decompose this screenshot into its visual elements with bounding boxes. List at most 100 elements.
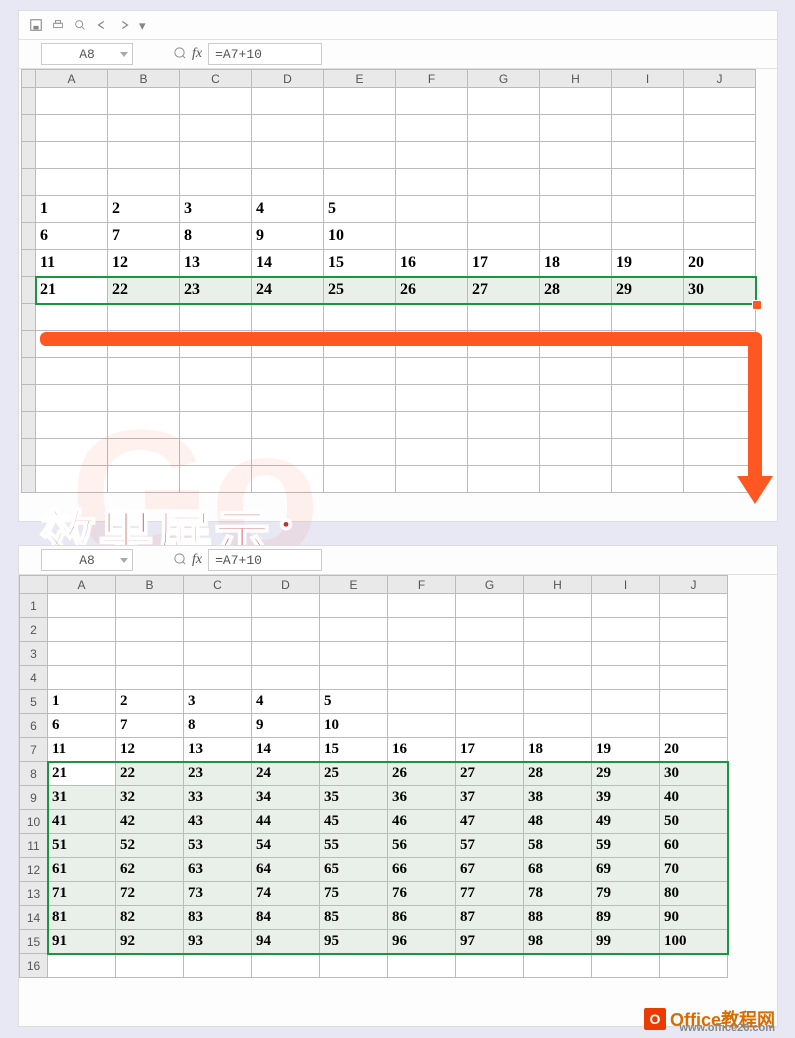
cell[interactable]	[180, 304, 252, 331]
cell[interactable]	[684, 115, 756, 142]
cell[interactable]: 40	[660, 786, 728, 810]
row-head[interactable]: 7	[20, 738, 48, 762]
cell[interactable]	[108, 466, 180, 493]
cell[interactable]: 93	[184, 930, 252, 954]
col-head[interactable]: I	[592, 576, 660, 594]
cell[interactable]: 84	[252, 906, 320, 930]
cell[interactable]: 89	[592, 906, 660, 930]
name-box-2[interactable]: A8	[41, 549, 133, 571]
cell[interactable]	[468, 385, 540, 412]
cell[interactable]	[36, 466, 108, 493]
cell[interactable]	[468, 466, 540, 493]
fx-label[interactable]: fx	[192, 46, 202, 62]
cell[interactable]	[612, 88, 684, 115]
cell[interactable]	[684, 439, 756, 466]
cell[interactable]: 37	[456, 786, 524, 810]
cell[interactable]: 17	[468, 250, 540, 277]
cell[interactable]: 81	[48, 906, 116, 930]
cell[interactable]	[456, 954, 524, 978]
cell[interactable]: 82	[116, 906, 184, 930]
col-head[interactable]: F	[396, 70, 468, 88]
cell[interactable]	[660, 642, 728, 666]
cell[interactable]	[540, 196, 612, 223]
cell[interactable]: 64	[252, 858, 320, 882]
cell[interactable]	[468, 196, 540, 223]
cell[interactable]	[388, 642, 456, 666]
cell[interactable]: 59	[592, 834, 660, 858]
cell[interactable]: 20	[684, 250, 756, 277]
cell[interactable]	[184, 642, 252, 666]
cell[interactable]: 24	[252, 762, 320, 786]
cell[interactable]	[592, 714, 660, 738]
cell[interactable]: 70	[660, 858, 728, 882]
cell[interactable]	[612, 385, 684, 412]
cell[interactable]	[116, 954, 184, 978]
cell[interactable]	[36, 439, 108, 466]
cell[interactable]	[252, 358, 324, 385]
cell[interactable]: 92	[116, 930, 184, 954]
cell[interactable]	[540, 412, 612, 439]
row-head[interactable]: 3	[20, 642, 48, 666]
row-head[interactable]: 12	[20, 858, 48, 882]
cell[interactable]: 88	[524, 906, 592, 930]
col-head[interactable]: E	[324, 70, 396, 88]
cell[interactable]: 19	[592, 738, 660, 762]
cell[interactable]	[324, 466, 396, 493]
cell[interactable]	[612, 223, 684, 250]
cancel-icon[interactable]	[173, 46, 186, 62]
cell[interactable]: 41	[48, 810, 116, 834]
cell[interactable]: 43	[184, 810, 252, 834]
cell[interactable]	[108, 142, 180, 169]
row-head[interactable]: 10	[20, 810, 48, 834]
formula-input-2[interactable]: =A7+10	[208, 549, 322, 571]
cell[interactable]	[388, 618, 456, 642]
row-head[interactable]: 11	[20, 834, 48, 858]
cell[interactable]	[180, 358, 252, 385]
cell[interactable]	[396, 169, 468, 196]
cell[interactable]	[660, 954, 728, 978]
cell[interactable]: 11	[48, 738, 116, 762]
cell[interactable]: 85	[320, 906, 388, 930]
cell[interactable]: 17	[456, 738, 524, 762]
cell[interactable]	[660, 690, 728, 714]
cell[interactable]: 27	[468, 277, 540, 304]
cell[interactable]: 75	[320, 882, 388, 906]
row-head[interactable]: 13	[20, 882, 48, 906]
save-icon[interactable]	[29, 18, 43, 32]
cell[interactable]	[612, 196, 684, 223]
cell[interactable]: 47	[456, 810, 524, 834]
cell[interactable]	[684, 412, 756, 439]
cell[interactable]: 30	[660, 762, 728, 786]
cell[interactable]	[184, 618, 252, 642]
row-head[interactable]: 5	[20, 690, 48, 714]
cell[interactable]	[612, 439, 684, 466]
cell[interactable]	[184, 594, 252, 618]
col-head[interactable]: J	[684, 70, 756, 88]
cell[interactable]: 21	[36, 277, 108, 304]
cell[interactable]	[324, 304, 396, 331]
row-head[interactable]: 16	[20, 954, 48, 978]
cell[interactable]: 25	[324, 277, 396, 304]
cell[interactable]	[324, 115, 396, 142]
cell[interactable]: 23	[184, 762, 252, 786]
cell[interactable]: 9	[252, 223, 324, 250]
cell[interactable]: 39	[592, 786, 660, 810]
col-head[interactable]: J	[660, 576, 728, 594]
cell[interactable]	[524, 618, 592, 642]
cell[interactable]	[184, 666, 252, 690]
cell[interactable]	[252, 385, 324, 412]
redo-icon[interactable]	[117, 18, 131, 32]
cell[interactable]	[324, 142, 396, 169]
cell[interactable]: 15	[324, 250, 396, 277]
col-head[interactable]: G	[468, 70, 540, 88]
cell[interactable]	[592, 642, 660, 666]
cell[interactable]: 21	[48, 762, 116, 786]
cell[interactable]	[388, 690, 456, 714]
cell[interactable]	[684, 88, 756, 115]
cell[interactable]: 7	[116, 714, 184, 738]
col-head[interactable]: D	[252, 576, 320, 594]
cell[interactable]: 27	[456, 762, 524, 786]
cell[interactable]: 46	[388, 810, 456, 834]
cell[interactable]	[540, 142, 612, 169]
cell[interactable]: 96	[388, 930, 456, 954]
